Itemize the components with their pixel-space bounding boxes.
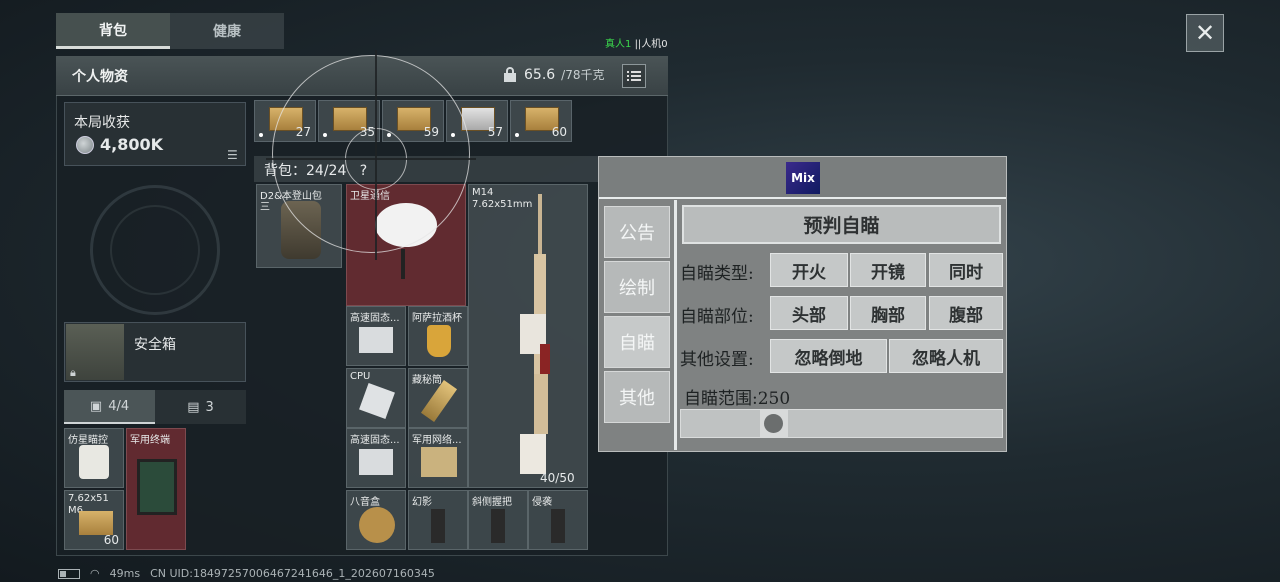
item-phantom[interactable]: 幻影 — [408, 490, 468, 550]
mix-tab-notice[interactable]: 公告 — [604, 206, 670, 258]
safebox-label: 安全箱 — [134, 337, 176, 353]
close-icon: ✕ — [1194, 19, 1216, 47]
tab-pouch-consumables-label: 3 — [205, 399, 214, 415]
aim-type-both[interactable]: 同时 — [929, 253, 1003, 287]
lock-icon: 🔒︎ — [70, 366, 76, 379]
item-network[interactable]: 军用网络... — [408, 428, 468, 488]
pouch-item-1-label: 仿星瞄控 — [68, 435, 108, 446]
rifle-image — [520, 194, 550, 474]
item-ssd-2[interactable]: 高速固态... — [346, 428, 406, 488]
weapon-ammo-count: 40/50 — [540, 471, 575, 485]
item-invader-label: 侵袭 — [532, 497, 552, 508]
pouch-tabs: ▣ 4/4 ▤ 3 — [64, 390, 246, 424]
aim-part-label: 自瞄部位: — [680, 307, 754, 327]
item-backpack-label-2: 三 — [260, 202, 270, 213]
item-invader[interactable]: 侵袭 — [528, 490, 588, 550]
predictive-aim-button[interactable]: 预判自瞄 — [682, 205, 1001, 244]
aim-part-abdomen[interactable]: 腹部 — [929, 296, 1003, 330]
item-cpu[interactable]: CPU — [346, 368, 406, 428]
mix-logo: Mix — [786, 162, 820, 194]
earnings-detail-icon[interactable]: ☰ — [227, 148, 238, 162]
clipboard-icon: ▤ — [187, 399, 200, 415]
item-goblet-label: 阿萨拉酒杯 — [412, 313, 462, 324]
pouch-item-3-label-a: 7.62x51 — [68, 493, 109, 504]
item-cpu-label: CPU — [350, 371, 371, 382]
list-menu-button[interactable] — [622, 64, 646, 88]
weight-max: /78千克 — [561, 68, 605, 82]
other-settings-label: 其他设置: — [680, 350, 754, 370]
ammo-count: 57 — [487, 125, 503, 139]
item-phantom-label: 幻影 — [412, 497, 432, 508]
aim-part-head[interactable]: 头部 — [770, 296, 848, 330]
tab-pouch-items-label: 4/4 — [108, 398, 130, 414]
mix-tab-aimbot[interactable]: 自瞄 — [604, 316, 670, 368]
aim-range-label: 自瞄范围:250 — [684, 389, 791, 409]
pouch-item-1[interactable]: 仿星瞄控 — [64, 428, 124, 488]
aim-range-slider[interactable] — [680, 409, 1003, 438]
mix-tab-other[interactable]: 其他 — [604, 371, 670, 423]
pouch-item-2-label: 军用终端 — [130, 435, 170, 446]
faction-emblem-inner — [110, 205, 200, 295]
slider-thumb-dot — [764, 414, 783, 433]
earnings-value: 4,800K — [100, 135, 164, 154]
pouch-item-3-count: 60 — [103, 533, 119, 547]
player-count: 真人1 ||人机0 — [605, 35, 668, 50]
crosshair-horizontal — [266, 158, 476, 160]
crosshair-vertical — [375, 50, 377, 260]
earnings-value-row: 4,800K — [76, 135, 163, 154]
item-music-box[interactable]: 八音盒 — [346, 490, 406, 550]
inventory-title: 个人物资 — [72, 69, 128, 85]
wifi-icon: ◠ — [90, 567, 100, 580]
aim-type-scope[interactable]: 开镜 — [850, 253, 926, 287]
coin-icon — [76, 135, 94, 154]
close-button[interactable]: ✕ — [1186, 14, 1224, 52]
pouch-item-2[interactable]: 军用终端 — [126, 428, 186, 550]
uid-text: CN UID:18497257006467241646_1_2026071603… — [150, 567, 435, 580]
weight-icon — [504, 66, 516, 82]
list-icon — [627, 71, 641, 81]
item-cylinder[interactable]: 藏秘筒 — [408, 368, 468, 428]
weight-current: 65.6 — [524, 66, 556, 83]
battery-icon — [58, 568, 80, 579]
status-bar: ◠ 49ms CN UID:18497257006467241646_1_202… — [58, 567, 435, 580]
item-ssd-1[interactable]: 高速固态... — [346, 306, 406, 366]
mix-tab-draw[interactable]: 绘制 — [604, 261, 670, 313]
weight-display: 65.6/78千克 — [502, 66, 605, 83]
item-grip-label: 斜侧握把 — [472, 497, 512, 508]
pouch-item-3[interactable]: 7.62x51 M6 60 — [64, 490, 124, 550]
item-ssd-2-label: 高速固态... — [350, 435, 400, 446]
tab-pouch-consumables[interactable]: ▤ 3 — [155, 390, 246, 424]
aim-type-label: 自瞄类型: — [680, 264, 754, 284]
ammo-count: 60 — [551, 125, 567, 139]
item-grip[interactable]: 斜侧握把 — [468, 490, 528, 550]
top-tabs: 背包 健康 — [56, 13, 284, 49]
real-player-count: 真人1 — [605, 39, 632, 50]
tab-pouch-items[interactable]: ▣ 4/4 — [64, 390, 155, 424]
earnings-label: 本局收获 — [74, 115, 130, 131]
tab-backpack[interactable]: 背包 — [56, 13, 170, 49]
item-music-box-label: 八音盒 — [350, 497, 380, 508]
aim-type-fire[interactable]: 开火 — [770, 253, 848, 287]
ammo-slot-5[interactable]: 60 — [510, 100, 572, 142]
ignore-downed-button[interactable]: 忽略倒地 — [770, 339, 887, 373]
toolbox-icon: ▣ — [89, 398, 103, 414]
aim-part-chest[interactable]: 胸部 — [850, 296, 926, 330]
item-ssd-1-label: 高速固态... — [350, 313, 400, 324]
ignore-bots-button[interactable]: 忽略人机 — [889, 339, 1003, 373]
item-goblet[interactable]: 阿萨拉酒杯 — [408, 306, 468, 366]
item-cylinder-label: 藏秘筒 — [412, 375, 442, 386]
tab-health[interactable]: 健康 — [170, 13, 284, 49]
mix-divider — [674, 200, 677, 450]
mix-sidebar: 公告 绘制 自瞄 其他 — [604, 206, 670, 426]
bot-count: 人机0 — [641, 39, 668, 50]
ping-value: 49ms — [109, 567, 141, 580]
item-network-label: 军用网络... — [412, 435, 462, 446]
